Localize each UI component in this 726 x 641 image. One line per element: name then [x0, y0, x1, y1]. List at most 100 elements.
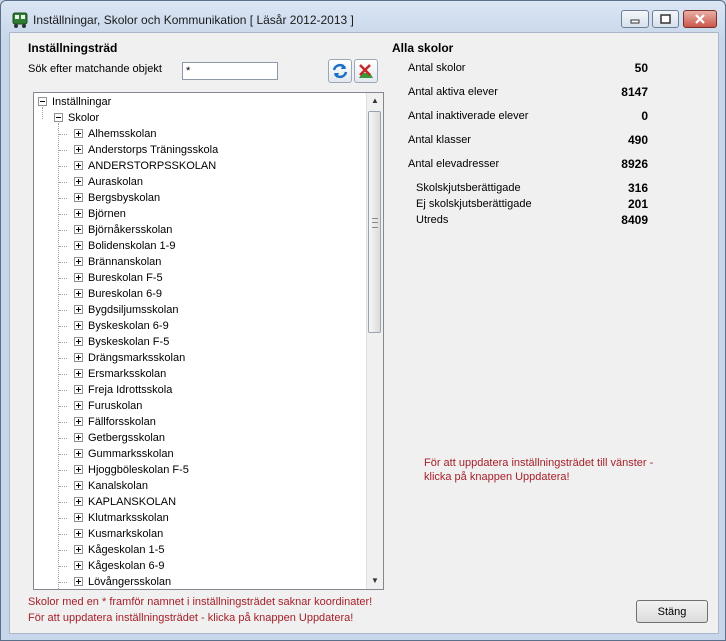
- tree-node-school[interactable]: Brännanskolan: [74, 254, 161, 270]
- tree-node-school[interactable]: Freja Idrottsskola: [74, 382, 172, 398]
- expand-icon[interactable]: [74, 336, 83, 346]
- tree-node-label: KAPLANSKOLAN: [88, 496, 177, 508]
- tree-node-label: Klutmarksskolan: [88, 512, 169, 524]
- scroll-thumb[interactable]: [368, 111, 381, 333]
- expand-icon[interactable]: [74, 512, 83, 522]
- expand-icon[interactable]: [74, 288, 83, 298]
- tree-node-school[interactable]: ANDERSTORPSSKOLAN: [74, 158, 216, 174]
- update-hint-line1: För att uppdatera inställningsträdet til…: [424, 457, 654, 469]
- tree-node-school[interactable]: Klutmarksskolan: [74, 510, 169, 526]
- close-button[interactable]: Stäng: [636, 600, 708, 623]
- tree-node-school[interactable]: Anderstorps Träningsskola: [74, 142, 218, 158]
- stat-label: Antal inaktiverade elever: [408, 110, 529, 122]
- tree-node-school[interactable]: Kusmarkskolan: [74, 526, 163, 542]
- expand-icon[interactable]: [74, 272, 83, 282]
- expand-icon[interactable]: [74, 192, 83, 202]
- minimize-button[interactable]: [621, 10, 649, 28]
- tree-node-school[interactable]: Hjoggböleskolan F-5: [74, 462, 189, 478]
- expand-icon[interactable]: [74, 400, 83, 410]
- tree-node-school[interactable]: Bureskolan 6-9: [74, 286, 162, 302]
- tree-node-school[interactable]: Auraskolan: [74, 174, 143, 190]
- scroll-up-icon[interactable]: ▲: [367, 93, 383, 109]
- expand-icon[interactable]: [74, 432, 83, 442]
- tree-node-school[interactable]: Ersmarksskolan: [74, 366, 166, 382]
- tree-node-school[interactable]: Kågeskolan 6-9: [74, 558, 164, 574]
- expand-icon[interactable]: [74, 576, 83, 586]
- tree-node-school[interactable]: Bygdsiljumsskolan: [74, 302, 178, 318]
- tree-node-label: ANDERSTORPSSKOLAN: [88, 160, 217, 172]
- tree-node-school[interactable]: Furuskolan: [74, 398, 142, 414]
- tree-node-school[interactable]: Bolidenskolan 1-9: [74, 238, 175, 254]
- expand-icon[interactable]: [74, 384, 83, 394]
- expand-icon[interactable]: [74, 528, 83, 538]
- tree-node-school[interactable]: Drängsmarksskolan: [74, 350, 185, 366]
- tree-node-label: Inställningar: [52, 96, 112, 108]
- tree-node-label: Getbergsskolan: [88, 432, 166, 444]
- tree-node-school[interactable]: Kågeskolan 1-5: [74, 542, 164, 558]
- refresh-button[interactable]: [328, 59, 352, 83]
- expand-icon[interactable]: [74, 544, 83, 554]
- expand-icon[interactable]: [74, 128, 83, 138]
- tree-node-label: Drängsmarksskolan: [88, 352, 186, 364]
- tree-node-school[interactable]: Bergsbyskolan: [74, 190, 160, 206]
- tree-node-school[interactable]: Fällforsskolan: [74, 414, 156, 430]
- tree-node-root[interactable]: Inställningar: [38, 94, 111, 110]
- maximize-button[interactable]: [652, 10, 679, 28]
- tree-scrollbar[interactable]: ▲ ▼: [366, 93, 383, 589]
- tree-node-school[interactable]: Bureskolan F-5: [74, 270, 163, 286]
- scroll-down-icon[interactable]: ▼: [367, 573, 383, 589]
- clear-filter-button[interactable]: [354, 59, 378, 83]
- expand-icon[interactable]: [74, 448, 83, 458]
- tree-node-label: Auraskolan: [88, 176, 144, 188]
- stat-label: Antal elevadresser: [408, 158, 500, 170]
- settings-window: Inställningar, Skolor och Kommunikation …: [0, 0, 726, 641]
- collapse-icon[interactable]: [38, 96, 47, 106]
- substat-value: 8409: [621, 213, 648, 227]
- tree-node-school[interactable]: Lövångersskolan: [74, 574, 172, 589]
- expand-icon[interactable]: [74, 176, 83, 186]
- search-input[interactable]: [182, 62, 278, 80]
- expand-icon[interactable]: [74, 320, 83, 330]
- tree-node-school[interactable]: Getbergsskolan: [74, 430, 165, 446]
- stat-value: 50: [634, 61, 648, 75]
- substat-value: 316: [627, 181, 648, 195]
- tree-node-school[interactable]: Byskeskolan F-5: [74, 334, 169, 350]
- tree-node-label: Byskeskolan F-5: [88, 336, 170, 348]
- expand-icon[interactable]: [74, 416, 83, 426]
- expand-icon[interactable]: [74, 368, 83, 378]
- clear-filter-icon: [359, 64, 373, 78]
- settings-tree[interactable]: Inställningar Skolor Alhemsskolan Anderstor…: [33, 92, 384, 590]
- expand-icon[interactable]: [74, 144, 83, 154]
- all-schools-heading: Alla skolor: [392, 41, 454, 55]
- expand-icon[interactable]: [74, 352, 83, 362]
- expand-icon[interactable]: [74, 240, 83, 250]
- expand-icon[interactable]: [74, 496, 83, 506]
- expand-icon[interactable]: [74, 224, 83, 234]
- expand-icon[interactable]: [74, 304, 83, 314]
- expand-icon[interactable]: [74, 160, 83, 170]
- expand-icon[interactable]: [74, 560, 83, 570]
- tree-node-label: Bureskolan F-5: [88, 272, 163, 284]
- tree-node-label: Kågeskolan 1-5: [88, 544, 165, 556]
- expand-icon[interactable]: [74, 464, 83, 474]
- tree-node-label: Skolor: [68, 112, 100, 124]
- tree-node-label: Alhemsskolan: [88, 128, 157, 140]
- expand-icon[interactable]: [74, 208, 83, 218]
- settings-tree-heading: Inställningsträd: [28, 41, 118, 55]
- tree-node-school[interactable]: Gummarksskolan: [74, 446, 174, 462]
- tree-node-schools[interactable]: Skolor: [54, 110, 99, 126]
- tree-node-school[interactable]: Alhemsskolan: [74, 126, 156, 142]
- tree-node-school[interactable]: Byskeskolan 6-9: [74, 318, 169, 334]
- stat-label: Antal klasser: [408, 134, 471, 146]
- tree-node-school[interactable]: Kanalskolan: [74, 478, 148, 494]
- tree-node-label: Gummarksskolan: [88, 448, 174, 460]
- tree-node-school[interactable]: KAPLANSKOLAN: [74, 494, 176, 510]
- expand-icon[interactable]: [74, 256, 83, 266]
- collapse-icon[interactable]: [54, 112, 63, 122]
- tree-node-school[interactable]: Björnen: [74, 206, 126, 222]
- expand-icon[interactable]: [74, 480, 83, 490]
- tree-node-label: Lövångersskolan: [88, 576, 172, 588]
- tree-node-school[interactable]: Björnåkersskolan: [74, 222, 172, 238]
- close-window-button[interactable]: [683, 10, 717, 28]
- tree-node-label: Bolidenskolan 1-9: [88, 240, 176, 252]
